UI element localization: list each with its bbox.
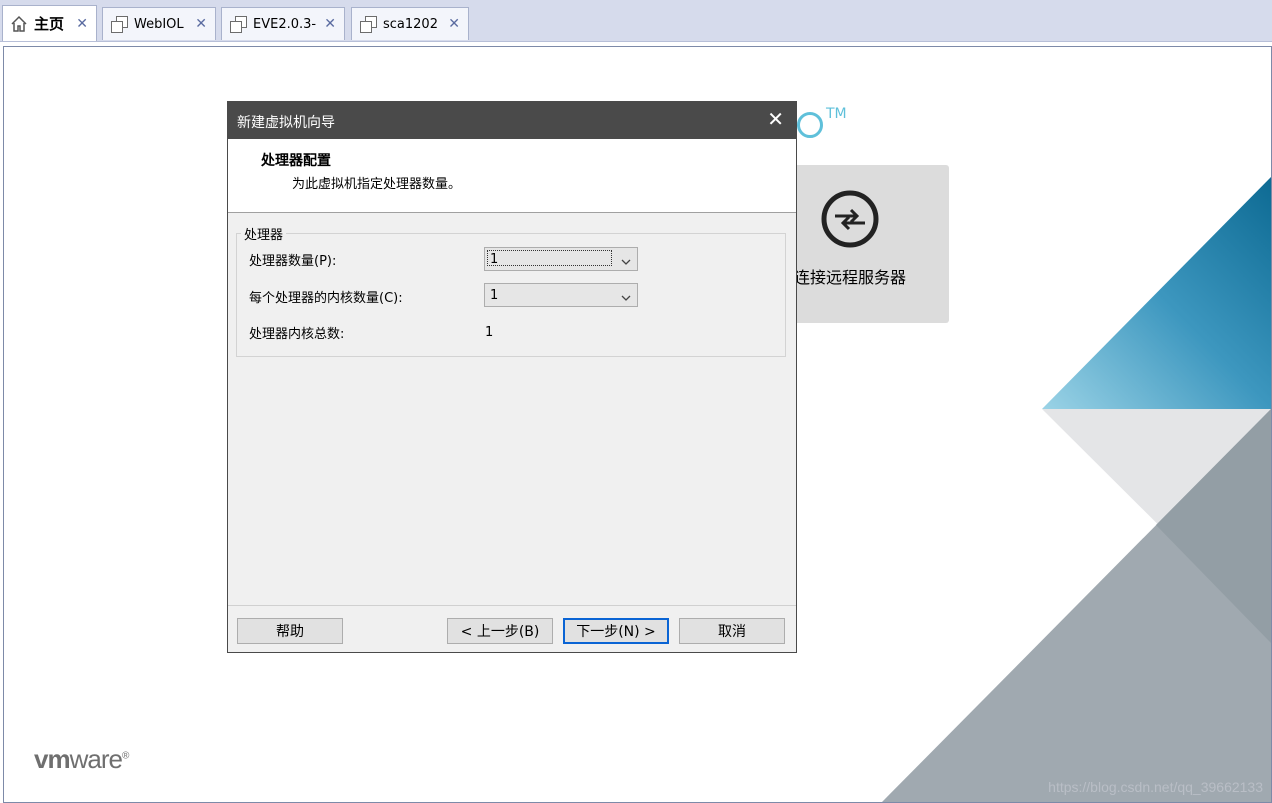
tab-label: 主页 — [34, 15, 65, 33]
tab-eve[interactable]: EVE2.0.3- ✕ — [221, 7, 345, 40]
tab-label: sca1202 — [383, 16, 438, 32]
home-icon — [10, 15, 28, 33]
dialog-header: 处理器配置 为此虚拟机指定处理器数量。 — [228, 139, 796, 213]
tab-sca1202[interactable]: sca1202 ✕ — [351, 7, 469, 40]
close-icon[interactable]: ✕ — [767, 108, 784, 130]
dialog-titlebar: 新建虚拟机向导 ✕ — [228, 102, 796, 139]
back-button[interactable]: < 上一步(B) — [447, 618, 553, 644]
vm-icon — [359, 15, 377, 33]
total-cores-label: 处理器内核总数: — [249, 327, 345, 342]
remote-connect-icon — [820, 189, 880, 249]
vmware-logo: vmware® — [34, 744, 129, 774]
cancel-button[interactable]: 取消 — [679, 618, 785, 644]
tab-label: EVE2.0.3- — [253, 16, 317, 32]
help-button[interactable]: 帮助 — [237, 618, 343, 644]
close-icon[interactable]: ✕ — [324, 16, 336, 32]
close-icon[interactable]: ✕ — [448, 16, 460, 32]
next-button[interactable]: 下一步(N) > — [563, 618, 669, 644]
dialog-title: 新建虚拟机向导 — [237, 115, 335, 131]
remote-card-label: 连接远程服务器 — [794, 268, 907, 287]
vm-icon — [229, 15, 247, 33]
tab-home[interactable]: 主页 ✕ — [2, 5, 97, 41]
tab-label: WebIOL — [134, 16, 184, 32]
dialog-footer: 帮助 < 上一步(B) 下一步(N) > 取消 — [228, 605, 796, 653]
watermark: https://blog.csdn.net/qq_39662133 — [1048, 779, 1263, 795]
vm-icon — [110, 15, 128, 33]
processor-count-label: 处理器数量(P): — [249, 254, 337, 269]
new-vm-wizard-dialog: 新建虚拟机向导 ✕ 处理器配置 为此虚拟机指定处理器数量。 处理器 处理器数量(… — [227, 101, 797, 653]
page-title: 处理器配置 — [261, 153, 331, 169]
tab-webiol[interactable]: WebIOL ✕ — [102, 7, 216, 40]
tab-bar: 主页 ✕ WebIOL ✕ EVE2.0.3- ✕ sca1202 ✕ — [0, 0, 1272, 42]
processor-count-select[interactable]: 1 — [484, 247, 638, 271]
chevron-down-icon — [621, 291, 631, 301]
close-icon[interactable]: ✕ — [76, 16, 88, 32]
total-cores-value: 1 — [485, 325, 494, 340]
trademark-label: TM — [826, 106, 847, 122]
groupbox-label: 处理器 — [241, 224, 287, 243]
cores-per-processor-label: 每个处理器的内核数量(C): — [249, 291, 403, 306]
cores-per-processor-select[interactable]: 1 — [484, 283, 638, 307]
page-subtitle: 为此虚拟机指定处理器数量。 — [292, 177, 462, 192]
close-icon[interactable]: ✕ — [195, 16, 207, 32]
chevron-down-icon — [621, 255, 631, 265]
